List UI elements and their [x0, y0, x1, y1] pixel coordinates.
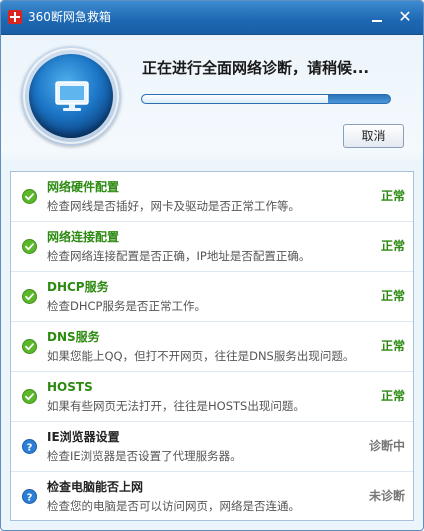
check-status: 正常 [380, 289, 405, 303]
check-description: 检查您的电脑是否可以访问网页，网络是否连通。 [47, 499, 300, 513]
check-description: 检查网线是否插好，网卡及驱动是否正常工作等。 [47, 199, 300, 213]
check-status: 正常 [380, 389, 405, 403]
check-success-icon [22, 289, 37, 304]
monitor-icon [55, 81, 89, 111]
check-description: 如果有些网页无法打开，往往是HOSTS出现问题。 [47, 399, 305, 413]
progress-bar [141, 94, 391, 104]
check-status: 正常 [380, 239, 405, 253]
check-description: 检查IE浏览器是否设置了代理服务器。 [47, 449, 242, 463]
check-success-icon [22, 189, 37, 204]
check-item: ? 检查电脑能否上网检查您的电脑是否可以访问网页，网络是否连通。 未诊断 [11, 472, 413, 522]
check-status: 未诊断 [368, 489, 405, 503]
check-success-icon [22, 389, 37, 404]
check-description: 如果您能上QQ，但打不开网页，往往是DNS服务出现问题。 [47, 349, 355, 363]
check-title: 网络硬件配置 [47, 180, 120, 194]
svg-text:?: ? [27, 492, 33, 503]
check-item: DHCP服务检查DHCP服务是否正常工作。 正常 [11, 272, 413, 322]
app-window: 360断网急救箱 ✕ 正在进行全面网络诊断，请稍候... 取消 网络硬件配置检查… [0, 0, 424, 531]
check-title: HOSTS [47, 380, 93, 394]
check-success-icon [22, 239, 37, 254]
check-title: 检查电脑能否上网 [47, 480, 144, 494]
check-status: 正常 [380, 189, 405, 203]
check-description: 检查网络连接配置是否正确，IP地址是否配置正确。 [47, 249, 311, 263]
window-title: 360断网急救箱 [28, 10, 111, 24]
check-title: 网络连接配置 [47, 230, 120, 244]
check-item: 网络连接配置检查网络连接配置是否正确，IP地址是否配置正确。 正常 [11, 222, 413, 272]
network-globe-logo [21, 46, 121, 146]
red-cross-app-icon [8, 10, 22, 24]
question-icon: ? [22, 489, 37, 504]
check-item: HOSTS 如果有些网页无法打开，往往是HOSTS出现问题。 正常 [11, 372, 413, 422]
diagnosis-status-text: 正在进行全面网络诊断，请稍候... [142, 59, 370, 77]
svg-text:?: ? [27, 442, 33, 453]
minimize-icon[interactable] [367, 7, 387, 27]
check-item: DNS服务如果您能上QQ，但打不开网页，往往是DNS服务出现问题。 正常 [11, 322, 413, 372]
check-item: 网络硬件配置检查网线是否插好，网卡及驱动是否正常工作等。 正常 [11, 172, 413, 222]
check-description: 检查DHCP服务是否正常工作。 [47, 299, 206, 313]
close-icon[interactable]: ✕ [395, 7, 415, 27]
check-item: ? IE浏览器设置检查IE浏览器是否设置了代理服务器。 诊断中 [11, 422, 413, 472]
question-icon: ? [22, 439, 37, 454]
check-title: DNS服务 [47, 330, 100, 344]
diagnosis-list: 网络硬件配置 检查网线是否插好，网卡及驱动是否正常工作等。 正常 网络连接配置 检查网络… [10, 171, 414, 521]
cancel-button[interactable]: 取消 [343, 124, 404, 148]
check-status: 诊断中 [368, 439, 405, 453]
check-title: IE浏览器设置 [47, 430, 120, 444]
check-status: 正常 [380, 339, 405, 353]
progress-fill [142, 95, 328, 103]
check-success-icon [22, 339, 37, 354]
check-title: DHCP服务 [47, 280, 109, 294]
title-bar[interactable]: 360断网急救箱 ✕ [1, 1, 423, 35]
